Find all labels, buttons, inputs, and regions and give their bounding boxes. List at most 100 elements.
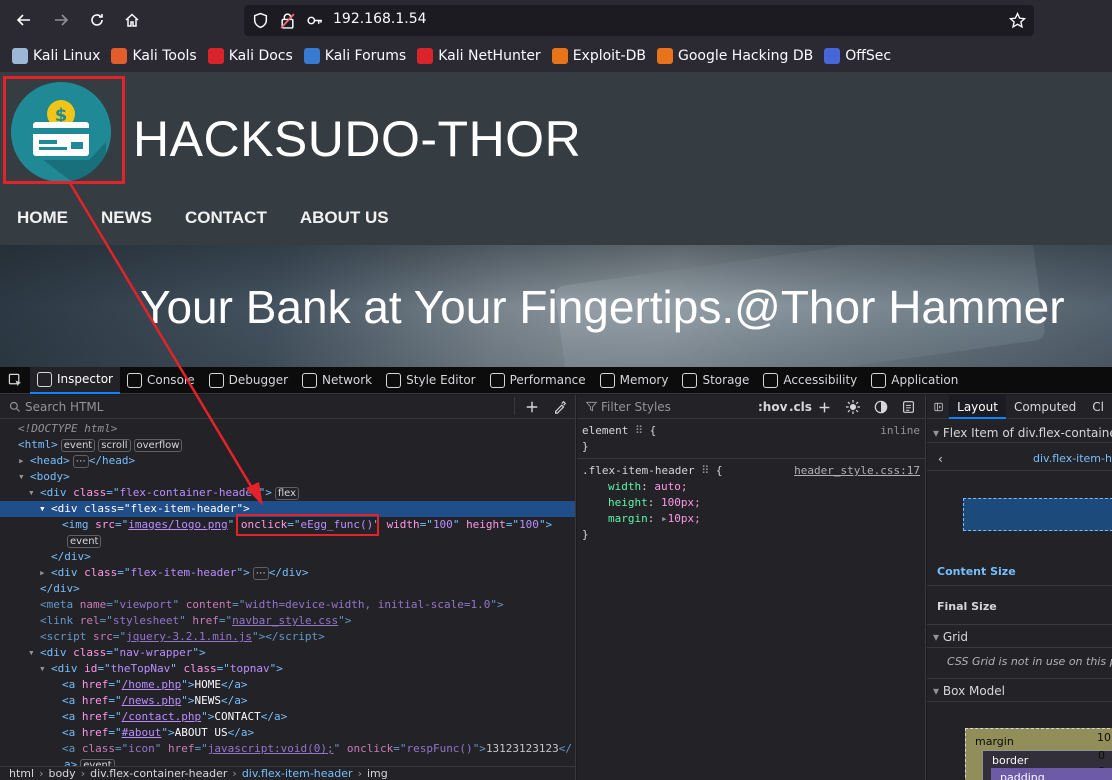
tab-style-editor[interactable]: Style Editor [379, 367, 482, 394]
flex-badge[interactable]: flex [274, 487, 300, 500]
rule-prop-width[interactable]: width: auto; [582, 479, 922, 495]
tab-application[interactable]: Application [864, 367, 965, 394]
bookmark-star-icon[interactable] [1008, 11, 1027, 29]
href-value[interactable]: /home.php [122, 678, 182, 691]
anchor-node[interactable]: <a href="/news.php">NEWS</a> [0, 693, 575, 709]
width-value[interactable]: 100 [433, 518, 453, 531]
img-src-value[interactable]: images/logo.png [128, 518, 227, 531]
box-model-section[interactable]: ▾ Box Model [927, 678, 1112, 702]
home-button[interactable] [118, 6, 146, 34]
expand-arrow-icon[interactable]: ▸ [18, 453, 30, 469]
href-value[interactable]: #about [122, 726, 162, 739]
url-text[interactable]: 192.168.1.54 [333, 11, 427, 27]
topnav-node[interactable]: ▾ <div id="theTopNav" class="topnav"> [0, 661, 575, 677]
tab-memory[interactable]: Memory [593, 367, 676, 394]
html-node[interactable]: <html> event scroll overflow [0, 437, 575, 453]
tab-computed[interactable]: Computed [1006, 395, 1084, 419]
box-model-border[interactable]: border 0 0 padding [982, 749, 1112, 780]
height-value[interactable]: 100 [519, 518, 539, 531]
stylesheet-link[interactable]: navbar_style.css [232, 614, 338, 627]
breadcrumb-item[interactable]: html [9, 767, 34, 780]
tab-accessibility[interactable]: Accessibility [756, 367, 864, 394]
bookmark-item[interactable]: Google Hacking DB [656, 48, 813, 64]
bookmark-item[interactable]: Kali Tools [111, 48, 197, 64]
shield-icon[interactable] [252, 12, 269, 29]
rule-prop-margin[interactable]: margin: ▸10px; [582, 511, 922, 527]
bookmark-item[interactable]: Kali NetHunter [417, 48, 541, 64]
script-node[interactable]: <script src="jquery-3.2.1.min.js"></scri… [0, 629, 575, 645]
href-value[interactable]: /contact.php [122, 710, 201, 723]
forward-button[interactable] [47, 6, 75, 34]
prop-name[interactable]: margin [608, 512, 648, 525]
flex-item-node[interactable]: ▸ <div class="flex-item-header"> ⋯ </div> [0, 565, 575, 581]
cls-toggle[interactable]: .cls [789, 400, 812, 414]
head-node[interactable]: ▸ <head> ⋯ </head> [0, 453, 575, 469]
bookmark-item[interactable]: Kali Docs [207, 48, 293, 64]
collapse-arrow-icon[interactable]: ▾ [39, 661, 51, 677]
bookmark-item[interactable]: Exploit-DB [551, 48, 646, 64]
div-close[interactable]: </div> [0, 581, 575, 597]
search-html-input[interactable]: Search HTML [25, 400, 103, 414]
margin-top-value[interactable]: 10 [1097, 731, 1111, 744]
tab-network[interactable]: Network [295, 367, 379, 394]
add-rule-icon[interactable] [818, 401, 831, 414]
overflow-badge[interactable]: overflow [133, 439, 183, 452]
url-bar[interactable]: 192.168.1.54 [244, 5, 1034, 36]
collapse-arrow-icon[interactable]: ▾ [28, 485, 40, 501]
nav-about-us[interactable]: ABOUT US [283, 197, 405, 245]
collapse-arrow-icon[interactable]: ▾ [39, 501, 51, 517]
print-media-icon[interactable] [902, 400, 915, 414]
eyedropper-icon[interactable] [553, 400, 567, 414]
flex-container-node[interactable]: ▾ <div class="flex-container-header"> flex [0, 485, 575, 501]
key-icon[interactable] [306, 12, 323, 29]
add-node-icon[interactable] [525, 400, 539, 414]
nav-contact[interactable]: CONTACT [168, 197, 283, 245]
bookmark-item[interactable]: Kali Linux [12, 48, 100, 64]
rule-selector[interactable]: .flex-item-header [582, 464, 695, 477]
rule-prop-height[interactable]: height: 100px; [582, 495, 922, 511]
chevron-left-icon[interactable]: ‹ [938, 452, 943, 466]
anchor-node[interactable]: <a href="/contact.php">CONTACT</a> [0, 709, 575, 725]
collapse-arrow-icon[interactable]: ▾ [18, 469, 30, 485]
filter-styles-input[interactable]: Filter Styles [601, 400, 671, 414]
element-rule[interactable]: element ⠿ {inline [582, 423, 922, 439]
bookmark-item[interactable]: OffSec [824, 48, 891, 64]
grid-section[interactable]: ▾ Grid [927, 624, 1112, 648]
body-node[interactable]: ▾ <body> [0, 469, 575, 485]
meta-node[interactable]: <meta name="viewport" content="width=dev… [0, 597, 575, 613]
hov-toggle[interactable]: :hov [758, 400, 787, 414]
div-close[interactable]: </div> [0, 549, 575, 565]
anchor-node[interactable]: <a href="/home.php">HOME</a> [0, 677, 575, 693]
nav-home[interactable]: HOME [0, 197, 84, 245]
sidebar-toggle-icon[interactable] [934, 400, 943, 414]
box-model-padding[interactable]: padding [991, 768, 1112, 780]
tab-layout[interactable]: Layout [949, 395, 1006, 419]
href-value[interactable]: /news.php [122, 694, 182, 707]
tab-performance[interactable]: Performance [483, 367, 593, 394]
prop-value[interactable]: auto; [654, 480, 687, 493]
rule-source-link[interactable]: header_style.css:17 [794, 463, 920, 479]
scroll-badge[interactable]: scroll [98, 439, 131, 452]
dark-mode-icon[interactable] [874, 400, 888, 414]
link-node[interactable]: <link rel="stylesheet" href="navbar_styl… [0, 613, 575, 629]
event-badge[interactable]: event [67, 535, 102, 548]
nav-wrapper-node[interactable]: ▾ <div class="nav-wrapper"> [0, 645, 575, 661]
tab-changes[interactable]: Cl [1084, 395, 1112, 419]
tab-storage[interactable]: Storage [675, 367, 756, 394]
prop-name[interactable]: width [608, 480, 641, 493]
bookmark-item[interactable]: Kali Forums [303, 48, 406, 64]
anchor-node[interactable]: <a href="#about">ABOUT US</a> [0, 725, 575, 741]
prop-name[interactable]: height [608, 496, 648, 509]
node-link[interactable]: div.flex-item-h [1033, 447, 1112, 471]
breadcrumb-item[interactable]: body [48, 767, 75, 780]
insecure-lock-icon[interactable] [279, 12, 296, 29]
flex-item-section[interactable]: ▾ Flex Item of div.flex-container-h [927, 423, 1112, 443]
collapse-arrow-icon[interactable]: ▾ [28, 645, 40, 661]
element-picker-button[interactable] [0, 367, 30, 394]
box-model-margin[interactable]: margin 10 border 0 0 padding [965, 728, 1112, 780]
tab-console[interactable]: Console [120, 367, 202, 394]
light-mode-icon[interactable] [846, 400, 860, 414]
prop-value[interactable]: 10px; [668, 512, 701, 525]
expand-arrow-icon[interactable]: ▸ [661, 512, 668, 525]
prop-value[interactable]: 100px; [661, 496, 701, 509]
